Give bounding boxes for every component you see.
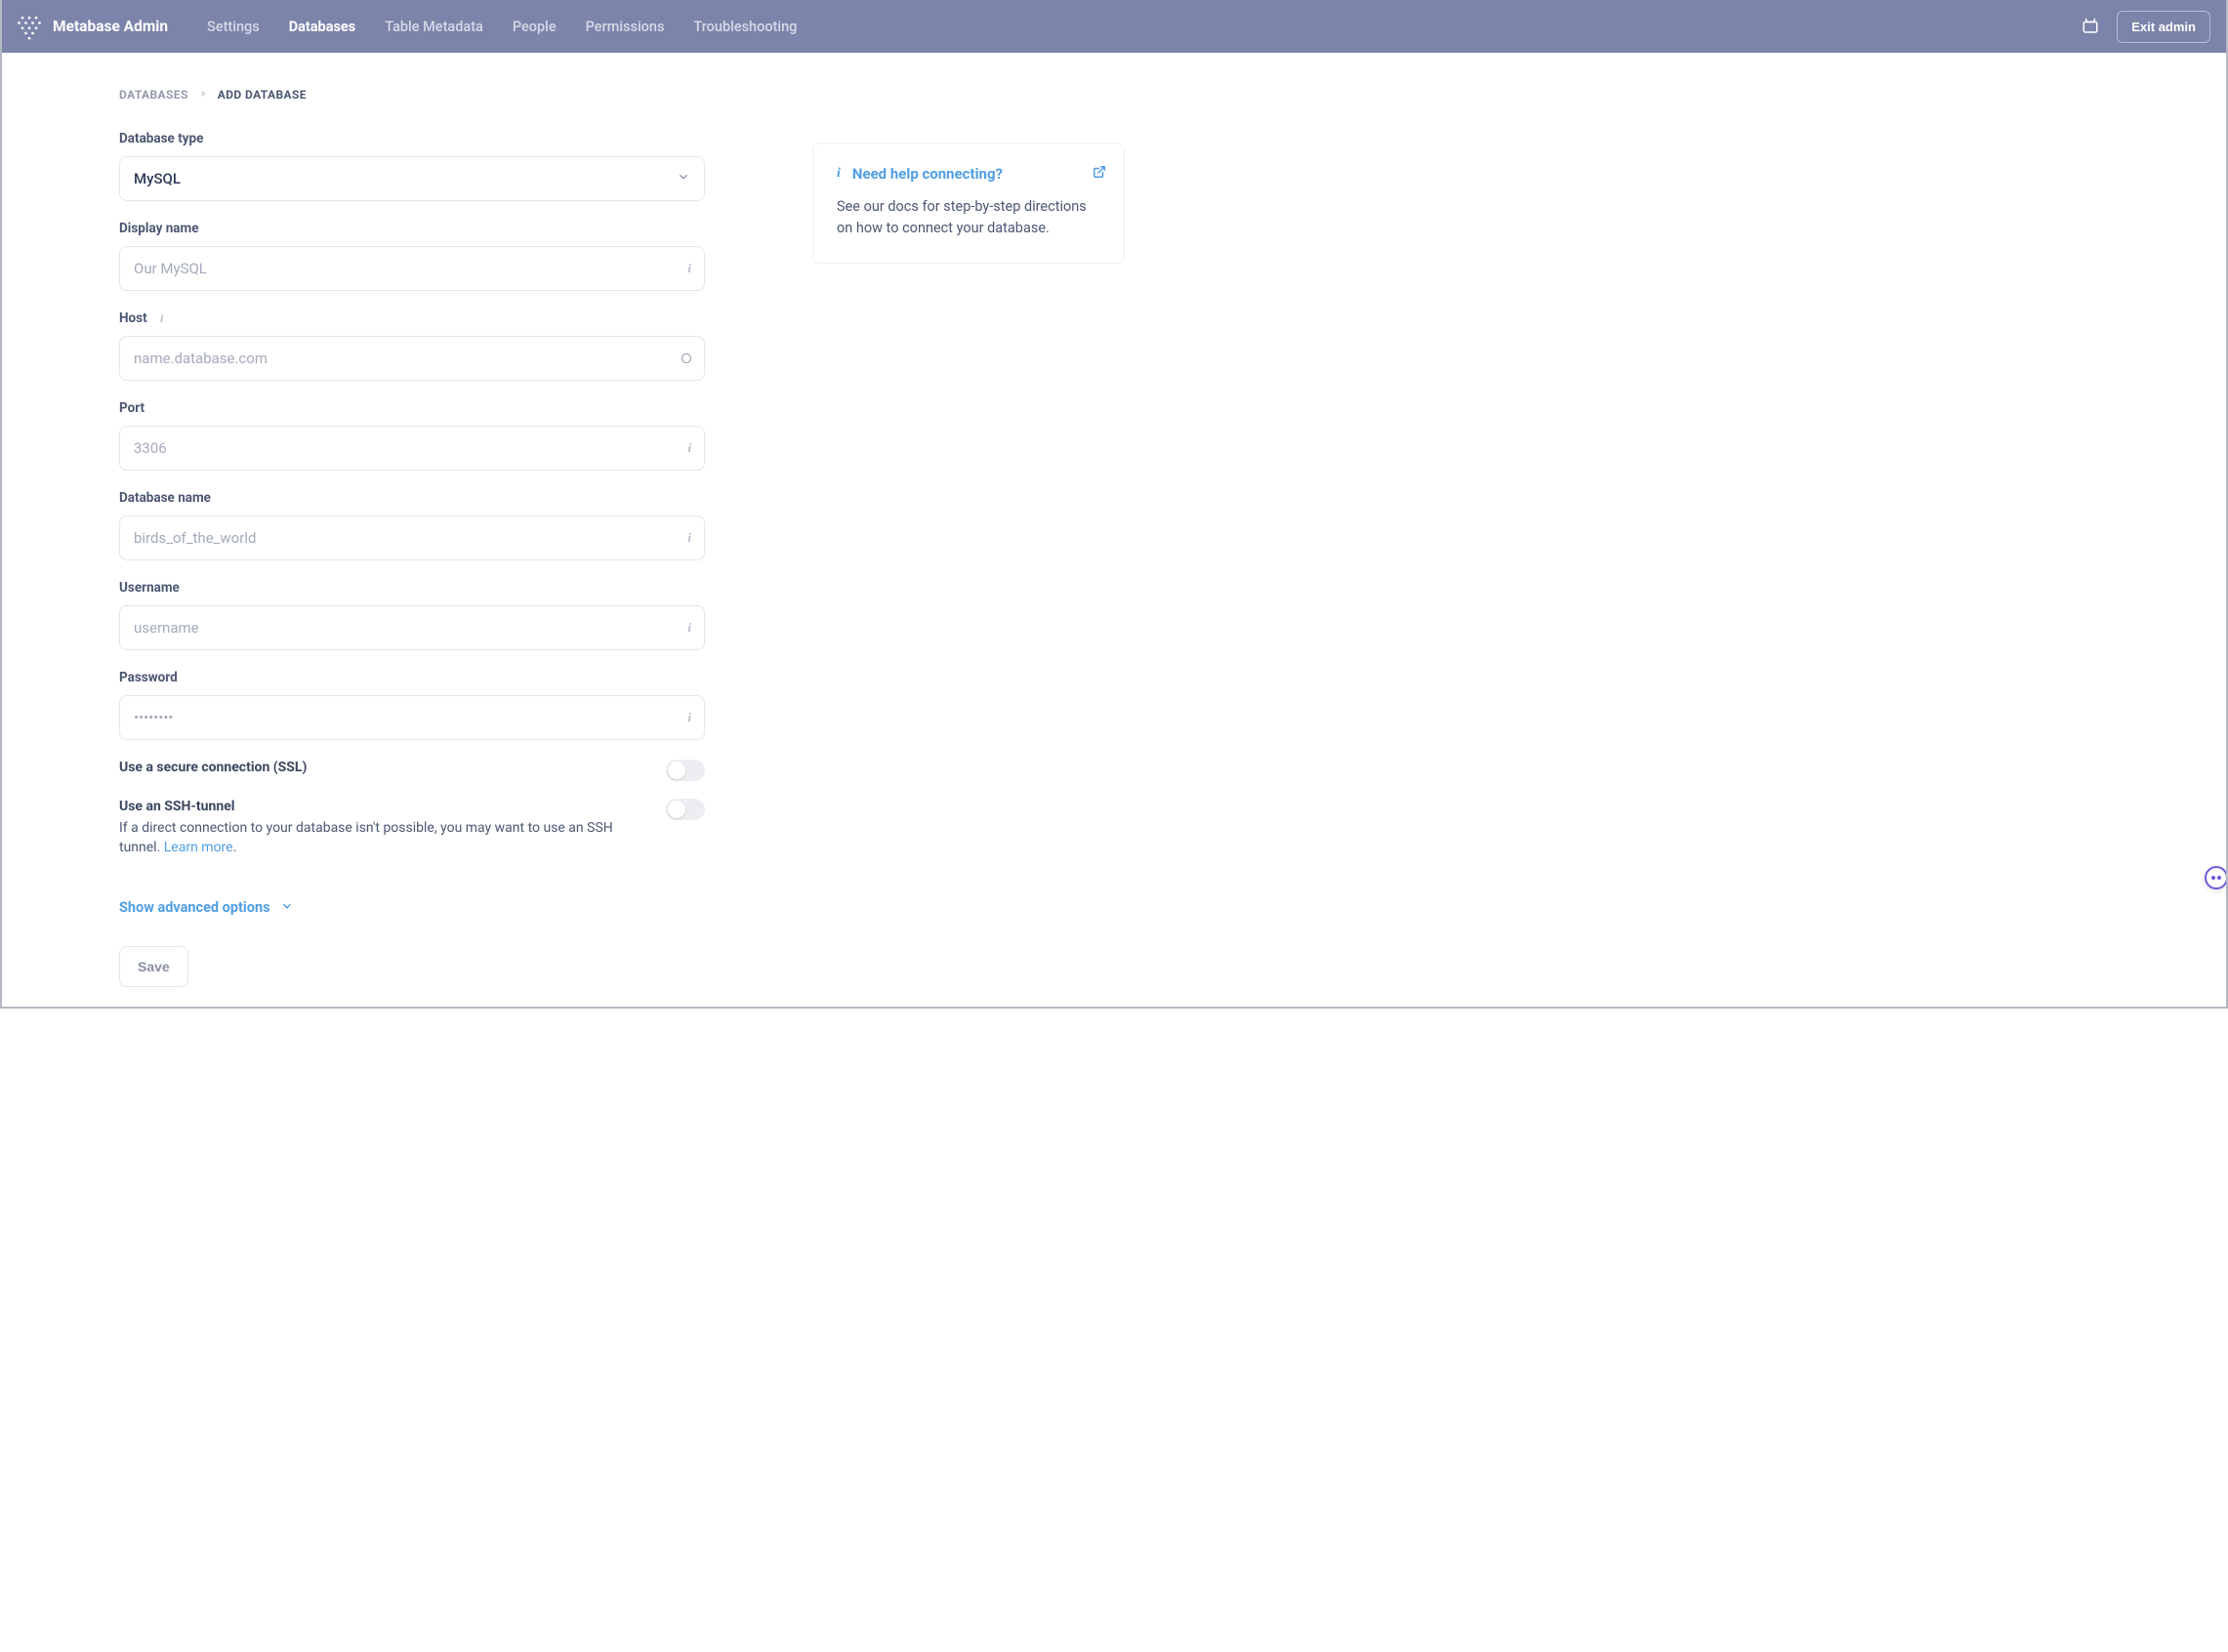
password-input[interactable] bbox=[119, 695, 705, 740]
label-display-name: Display name bbox=[119, 221, 705, 236]
metabase-logo-icon bbox=[16, 13, 43, 40]
username-input[interactable] bbox=[119, 605, 705, 650]
brand-title: Metabase Admin bbox=[53, 18, 168, 35]
nav-settings[interactable]: Settings bbox=[207, 19, 260, 35]
help-body: See our docs for step-by-step directions… bbox=[837, 196, 1100, 239]
save-button[interactable]: Save bbox=[119, 946, 188, 987]
label-db-type: Database type bbox=[119, 131, 705, 146]
label-ssh: Use an SSH-tunnel bbox=[119, 799, 646, 814]
nav-databases[interactable]: Databases bbox=[289, 19, 356, 35]
db-type-select[interactable]: MySQL bbox=[119, 156, 705, 201]
nav-people[interactable]: People bbox=[513, 19, 557, 35]
ssl-toggle[interactable] bbox=[666, 760, 705, 781]
chevron-down-icon bbox=[280, 899, 294, 917]
host-input[interactable] bbox=[119, 336, 705, 381]
nav-items: Settings Databases Table Metadata People… bbox=[207, 19, 797, 35]
chevron-down-icon bbox=[677, 170, 690, 187]
label-password: Password bbox=[119, 670, 705, 685]
help-bubble-icon[interactable] bbox=[2205, 866, 2228, 889]
exit-admin-button[interactable]: Exit admin bbox=[2117, 11, 2210, 43]
admin-top-nav: Metabase Admin Settings Databases Table … bbox=[2, 0, 2226, 53]
show-advanced-options-link[interactable]: Show advanced options bbox=[119, 899, 294, 917]
breadcrumb-current: ADD DATABASE bbox=[218, 88, 307, 102]
info-icon: i bbox=[155, 311, 169, 325]
display-name-input[interactable] bbox=[119, 246, 705, 291]
ssh-toggle[interactable] bbox=[666, 799, 705, 820]
label-host: Host bbox=[119, 310, 147, 326]
breadcrumb-root[interactable]: DATABASES bbox=[119, 88, 188, 102]
label-port: Port bbox=[119, 400, 705, 416]
ssh-description: If a direct connection to your database … bbox=[119, 818, 646, 858]
db-type-value: MySQL bbox=[134, 170, 181, 187]
db-name-input[interactable] bbox=[119, 516, 705, 560]
info-icon: i bbox=[837, 166, 841, 182]
store-icon[interactable] bbox=[2082, 18, 2099, 35]
help-card: i Need help connecting? See our docs for… bbox=[812, 143, 1125, 264]
chevron-right-icon bbox=[198, 88, 208, 102]
label-username: Username bbox=[119, 580, 705, 596]
nav-table-metadata[interactable]: Table Metadata bbox=[385, 19, 483, 35]
nav-troubleshooting[interactable]: Troubleshooting bbox=[693, 19, 797, 35]
breadcrumb: DATABASES ADD DATABASE bbox=[119, 88, 705, 102]
external-link-icon[interactable] bbox=[1093, 165, 1106, 183]
ssh-learn-more-link[interactable]: Learn more bbox=[164, 840, 233, 855]
label-ssl: Use a secure connection (SSL) bbox=[119, 760, 646, 775]
label-db-name: Database name bbox=[119, 490, 705, 506]
port-input[interactable] bbox=[119, 426, 705, 471]
help-title-link[interactable]: Need help connecting? bbox=[852, 165, 1003, 183]
nav-permissions[interactable]: Permissions bbox=[586, 19, 665, 35]
